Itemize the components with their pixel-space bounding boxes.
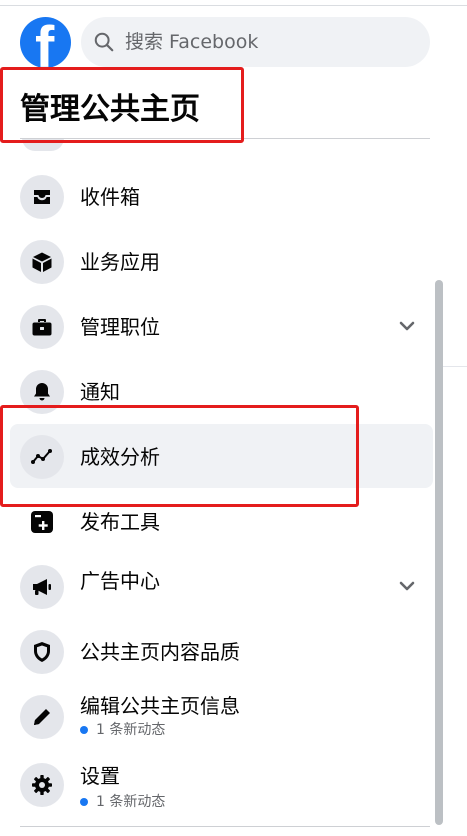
sidebar-item-label: 设置 [80, 764, 120, 788]
sidebar-item-label: 收件箱 [80, 185, 140, 209]
bell-icon [34, 383, 50, 401]
shield-icon [34, 642, 50, 662]
facebook-logo-letter: f [35, 17, 55, 69]
pencil-icon [34, 709, 50, 725]
search-icon [94, 32, 114, 52]
new-update-dot [80, 726, 88, 734]
sidebar-scrollbar[interactable] [435, 280, 443, 825]
sidebar-item-settings[interactable]: 设置 1 条新动态 [10, 752, 433, 816]
sidebar-item-edit-page-info[interactable]: 编辑公共主页信息 1 条新动态 [10, 684, 433, 748]
update-count-text: 1 条新动态 [96, 722, 166, 738]
inbox-icon [34, 190, 50, 204]
facebook-logo[interactable]: f [20, 17, 71, 68]
chevron-down-icon[interactable] [397, 316, 417, 336]
sidebar-item-notifications[interactable]: 通知 [10, 359, 433, 423]
briefcase-icon [32, 319, 52, 336]
sidebar-item-insights[interactable]: 成效分析 [10, 424, 433, 488]
bottom-divider [20, 826, 430, 827]
search-bar[interactable]: 搜索 Facebook [81, 17, 430, 67]
sidebar-item-label: 公共主页内容品质 [80, 640, 240, 664]
title-divider [20, 138, 430, 139]
sidebar-item-label: 成效分析 [80, 445, 160, 469]
sidebar-item-label: 业务应用 [80, 250, 160, 274]
sidebar-item-label: 广告中心 [80, 569, 160, 593]
megaphone-icon [33, 579, 51, 595]
update-count: 1 条新动态 [80, 793, 165, 811]
sidebar-item-page-quality[interactable]: 公共主页内容品质 [10, 619, 433, 683]
main-content-edge [440, 77, 467, 367]
sidebar-item-label: 管理职位 [80, 315, 160, 339]
sidebar-item-manage-jobs[interactable]: 管理职位 [10, 294, 433, 358]
sidebar-item-business-apps[interactable]: 业务应用 [10, 229, 433, 293]
sidebar-item-inbox[interactable]: 收件箱 [10, 164, 433, 228]
sidebar-item-label: 通知 [80, 380, 120, 404]
top-divider [0, 5, 467, 6]
sidebar-item-label: 编辑公共主页信息 [80, 694, 240, 718]
sidebar-item-label: 发布工具 [80, 510, 160, 534]
update-count: 1 条新动态 [80, 721, 165, 739]
chevron-down-icon[interactable] [397, 576, 417, 596]
update-count-text: 1 条新动态 [96, 794, 166, 810]
sidebar-item-publishing-tools[interactable]: 发布工具 [10, 489, 433, 553]
sidebar-item-ad-center[interactable]: 广告中心 [10, 554, 433, 618]
new-update-dot [80, 798, 88, 806]
search-input[interactable]: 搜索 Facebook [125, 30, 258, 54]
cube-icon [32, 252, 52, 272]
chart-line-icon [31, 449, 52, 464]
partially-hidden-icon [22, 138, 64, 151]
publish-tools-icon [31, 511, 53, 533]
section-title: 管理公共主页 [20, 92, 200, 127]
gear-icon [32, 775, 52, 795]
